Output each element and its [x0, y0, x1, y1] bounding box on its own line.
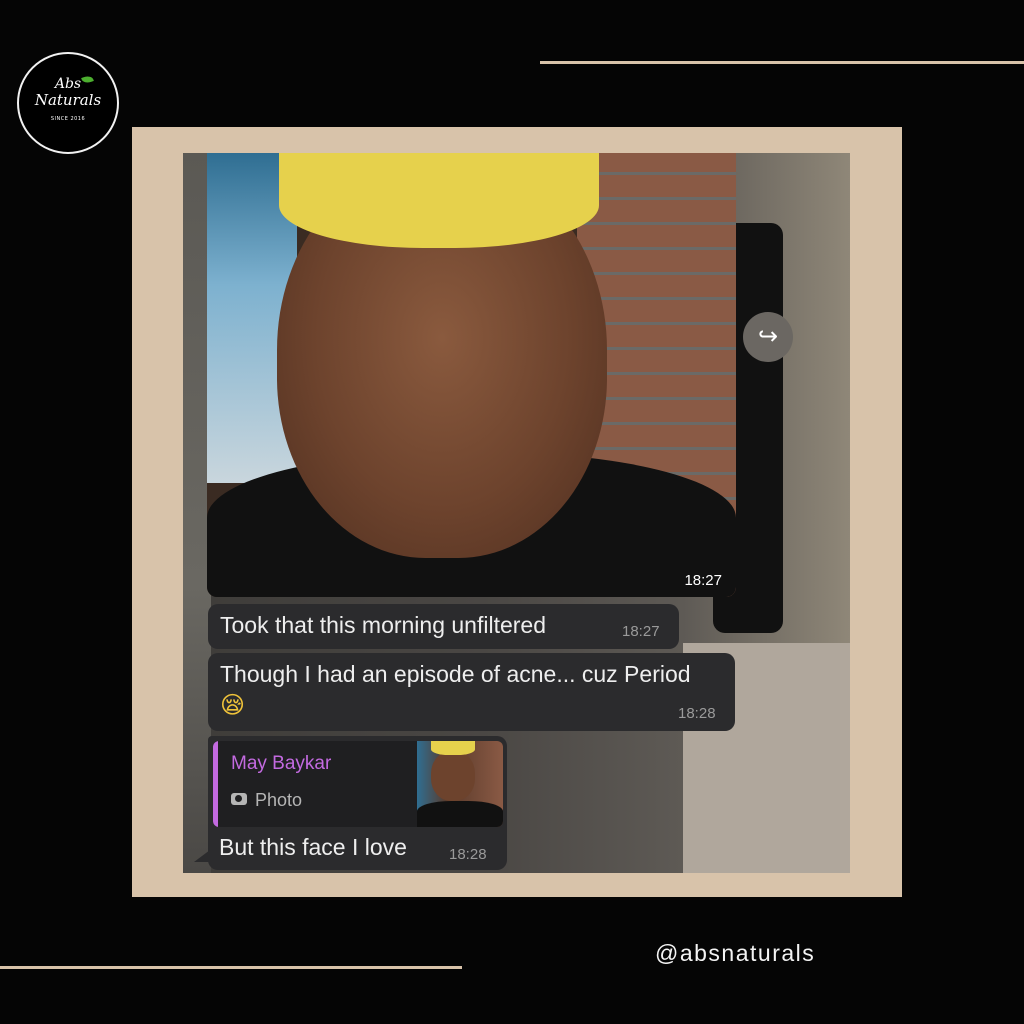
logo-since: SINCE 2016: [50, 116, 86, 122]
message-text: Took that this morning unfiltered: [220, 612, 547, 638]
message-time: 18:27: [622, 623, 660, 640]
decorative-line-top: [540, 61, 1024, 64]
sleepy-face-emoji-icon: 😪: [220, 692, 246, 719]
brand-logo: Abs Naturals SINCE 2016: [17, 52, 119, 154]
quoted-sender-name: May Baykar: [231, 753, 332, 774]
message-bubble[interactable]: Though I had an episode of acne... cuz P…: [208, 653, 735, 731]
quoted-photo-thumbnail: [417, 741, 503, 827]
quote-accent-bar: [213, 741, 218, 827]
thumbnail-headscarf: [431, 741, 475, 755]
message-time: 18:28: [678, 705, 716, 722]
logo-text-naturals: Naturals: [34, 91, 102, 109]
selfie-photo-message[interactable]: 18:27: [207, 153, 736, 597]
social-handle: @absnaturals: [655, 940, 816, 966]
message-time: 18:28: [449, 846, 487, 863]
reply-message-bubble[interactable]: May Baykar Photo But this face I love 18…: [194, 736, 507, 870]
logo-text-abs: Abs: [54, 76, 82, 92]
decorative-line-bottom: [0, 966, 462, 969]
thumbnail-shirt: [417, 801, 503, 827]
camera-icon: [231, 793, 247, 805]
quoted-message[interactable]: May Baykar Photo: [213, 741, 503, 827]
thumbnail-face: [431, 751, 475, 801]
message-text: But this face I love: [219, 834, 407, 860]
message-bubble[interactable]: Took that this morning unfiltered 18:27: [208, 604, 679, 649]
message-text: Though I had an episode of acne... cuz P…: [220, 661, 691, 687]
photo-timestamp: 18:27: [684, 572, 722, 589]
quoted-type-label: Photo: [255, 790, 303, 810]
forward-icon[interactable]: ↪: [743, 312, 793, 362]
photo-headscarf: [279, 153, 599, 248]
